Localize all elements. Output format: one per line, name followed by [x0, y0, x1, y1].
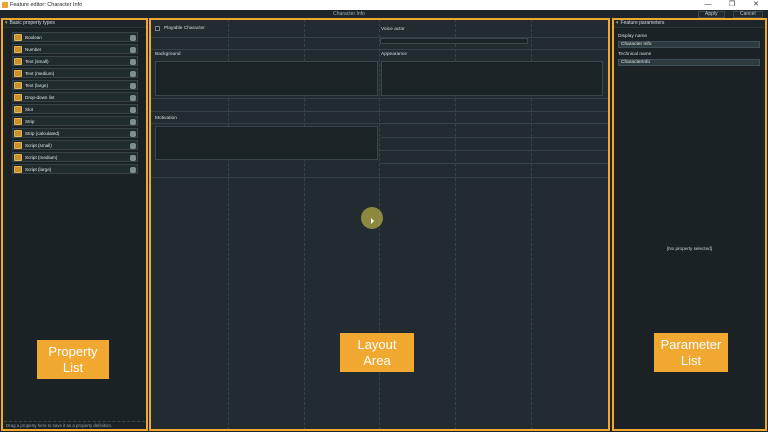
app-icon	[2, 2, 8, 8]
close-button[interactable]: ✕	[744, 0, 768, 10]
document-title: Character Info	[333, 11, 365, 17]
layout-area-callout: Layout Area	[340, 333, 414, 372]
minimize-button[interactable]: —	[696, 0, 720, 10]
cancel-button[interactable]: Cancel	[733, 11, 763, 18]
window-titlebar: Feature editor: Character Info — ❐ ✕	[0, 0, 768, 10]
window-title: Feature editor: Character Info	[10, 2, 83, 8]
property-list-callout: Property List	[37, 340, 109, 379]
parameter-list-callout: Parameter List	[654, 333, 728, 372]
maximize-button[interactable]: ❐	[720, 0, 744, 10]
apply-button[interactable]: Apply	[698, 11, 725, 18]
